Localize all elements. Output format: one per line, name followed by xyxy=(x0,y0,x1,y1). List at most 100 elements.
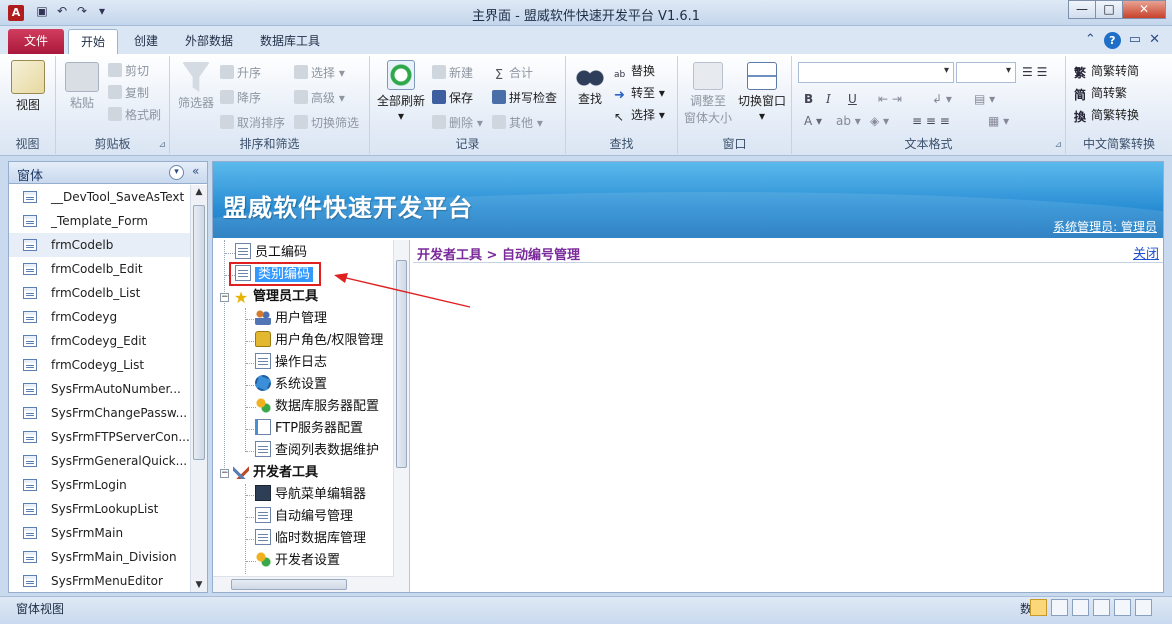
tree-node-system-settings[interactable]: 系统设置 xyxy=(255,375,327,395)
nav-form-item[interactable]: SysFrmFTPServerCon... xyxy=(9,425,190,449)
close-window-button[interactable]: ✕ xyxy=(1122,0,1166,19)
align-icons[interactable]: ≡ ≡ ≡ xyxy=(912,114,950,128)
nav-pane-header[interactable]: 窗体 ▾ « xyxy=(9,162,207,184)
underline-button[interactable]: U xyxy=(848,92,857,106)
nav-form-item[interactable]: SysFrmLookupList xyxy=(9,497,190,521)
tree-vertical-scrollbar[interactable] xyxy=(393,240,409,592)
font-color-button[interactable]: A ▾ xyxy=(804,114,822,128)
new-record-button[interactable]: 新建 xyxy=(432,64,473,81)
minimize-button[interactable]: — xyxy=(1068,0,1096,19)
to-simplified-button[interactable]: 简简转繁 xyxy=(1074,84,1127,102)
convert-button[interactable]: 換简繁转换 xyxy=(1074,106,1139,124)
nav-form-item[interactable]: SysFrmAutoNumber... xyxy=(9,377,190,401)
close-doc-icon[interactable]: ✕ xyxy=(1149,32,1160,49)
bullets-icon[interactable]: ☰ ☰ xyxy=(1022,65,1047,79)
table-grid-icon[interactable]: ▦ ▾ xyxy=(988,114,1009,128)
collapse-admin-tools-icon[interactable]: − xyxy=(220,293,229,302)
tree-scroll-thumb[interactable] xyxy=(396,260,407,468)
bold-button[interactable]: B xyxy=(804,92,813,106)
tree-node-temp-db[interactable]: 临时数据库管理 xyxy=(255,529,366,549)
tab-database-tools[interactable]: 数据库工具 xyxy=(248,29,332,54)
tree-node-ftp-config[interactable]: FTP服务器配置 xyxy=(255,419,363,439)
nav-form-item[interactable]: frmCodeyg_Edit xyxy=(9,329,190,353)
nav-category-dropdown-icon[interactable]: ▾ xyxy=(169,165,184,180)
switch-windows-button[interactable]: 切换窗口 ▾ xyxy=(734,62,790,123)
nav-form-item[interactable]: frmCodelb_Edit xyxy=(9,257,190,281)
sort-ascending-button[interactable]: 升序 xyxy=(220,64,261,81)
totals-button[interactable]: Σ 合计 xyxy=(492,64,533,83)
selection-filter-button[interactable]: 选择 ▾ xyxy=(294,64,345,81)
close-tab-link[interactable]: 关闭 xyxy=(1133,243,1159,262)
tab-create[interactable]: 创建 xyxy=(122,29,170,54)
help-icon[interactable]: ? xyxy=(1103,32,1121,49)
nav-form-item[interactable]: _Template_Form xyxy=(9,209,190,233)
goto-button[interactable]: ➜ 转至 ▾ xyxy=(614,84,665,103)
tree-horizontal-scrollbar[interactable] xyxy=(213,576,394,592)
tree-node-db-server-config[interactable]: 数据库服务器配置 xyxy=(255,397,379,417)
gridlines-icon[interactable]: ▤ ▾ xyxy=(974,92,995,106)
text-format-launcher-icon[interactable]: ⊿ xyxy=(1054,140,1062,150)
pivot-table-view-icon[interactable] xyxy=(1072,599,1089,616)
sort-descending-button[interactable]: 降序 xyxy=(220,89,261,106)
tree-node-operation-log[interactable]: 操作日志 xyxy=(255,353,327,373)
nav-form-item[interactable]: frmCodelb_List xyxy=(9,281,190,305)
delete-record-button[interactable]: 删除 ▾ xyxy=(432,114,483,131)
highlight-icon[interactable]: ab ▾ xyxy=(836,114,861,128)
pivot-chart-view-icon[interactable] xyxy=(1093,599,1110,616)
design-view-icon[interactable] xyxy=(1135,599,1152,616)
scroll-down-icon[interactable]: ▼ xyxy=(191,580,207,590)
collapse-nav-icon[interactable]: « xyxy=(192,164,199,178)
tree-node-menu-editor[interactable]: 导航菜单编辑器 xyxy=(255,485,366,505)
nav-form-item[interactable]: SysFrmMain_Division xyxy=(9,545,190,569)
maximize-button[interactable]: □ xyxy=(1095,0,1123,19)
layout-view-icon[interactable] xyxy=(1114,599,1131,616)
collapse-ribbon-icon[interactable]: ⌃ xyxy=(1085,32,1096,49)
paragraph-direction-icon[interactable]: ↲ ▾ xyxy=(932,92,952,106)
paste-button[interactable]: 粘贴 xyxy=(64,62,100,111)
replace-button[interactable]: ab 替换 xyxy=(614,62,655,82)
nav-form-item[interactable]: __DevTool_SaveAsText xyxy=(9,185,190,209)
nav-form-item[interactable]: frmCodeyg xyxy=(9,305,190,329)
refresh-all-button[interactable]: 全部刷新 ▾ xyxy=(374,60,428,123)
restore-icon[interactable]: ▭ xyxy=(1129,32,1141,49)
tree-node-user-management[interactable]: 用户管理 xyxy=(255,309,327,329)
current-user-link[interactable]: 系统管理员: 管理员 xyxy=(1053,218,1157,235)
tree-node-admin-tools[interactable]: ★ 管理员工具 xyxy=(233,287,318,307)
to-traditional-button[interactable]: 繁简繁转简 xyxy=(1074,62,1139,80)
nav-form-item[interactable]: SysFrmMain xyxy=(9,521,190,545)
tree-node-auto-number[interactable]: 自动编号管理 xyxy=(255,507,353,527)
cut-button[interactable]: 剪切 xyxy=(108,62,149,79)
fill-color-icon[interactable]: ◈ ▾ xyxy=(870,114,889,128)
view-button[interactable]: 视图 xyxy=(10,60,46,113)
tab-file[interactable]: 文件 xyxy=(8,29,64,54)
nav-form-item[interactable]: SysFrmChangePassw... xyxy=(9,401,190,425)
tree-hscroll-thumb[interactable] xyxy=(231,579,347,590)
tree-node-dev-tools[interactable]: 开发者工具 xyxy=(233,463,318,483)
select-button[interactable]: ↖ 选择 ▾ xyxy=(614,106,665,124)
tree-node-role-permissions[interactable]: 用户角色/权限管理 xyxy=(255,331,383,351)
datasheet-view-icon[interactable] xyxy=(1051,599,1068,616)
nav-form-item[interactable]: SysFrmMenuEditor xyxy=(9,569,190,591)
save-record-button[interactable]: 保存 xyxy=(432,89,473,106)
form-view-icon[interactable] xyxy=(1030,599,1047,616)
italic-button[interactable]: I xyxy=(826,92,831,106)
font-size-combo[interactable] xyxy=(956,62,1016,83)
nav-form-item[interactable]: frmCodelb xyxy=(9,233,190,257)
collapse-dev-tools-icon[interactable]: − xyxy=(220,469,229,478)
scroll-up-icon[interactable]: ▲ xyxy=(191,187,207,197)
filter-button[interactable]: 筛选器 xyxy=(176,62,216,111)
nav-scroll-thumb[interactable] xyxy=(193,205,205,460)
toggle-filter-button[interactable]: 切换筛选 xyxy=(294,114,359,131)
tree-node-lookup-maintenance[interactable]: 查阅列表数据维护 xyxy=(255,441,379,461)
format-painter-button[interactable]: 格式刷 xyxy=(108,106,161,123)
copy-button[interactable]: 复制 xyxy=(108,84,149,101)
spelling-button[interactable]: 拼写检查 xyxy=(492,89,557,106)
nav-form-item[interactable]: SysFrmLogin xyxy=(9,473,190,497)
font-name-combo[interactable] xyxy=(798,62,954,83)
tree-node-dev-settings[interactable]: 开发者设置 xyxy=(255,551,340,571)
tree-node-employee-code[interactable]: 员工编码 xyxy=(235,243,307,263)
advanced-filter-button[interactable]: 高级 ▾ xyxy=(294,89,345,106)
nav-form-item[interactable]: SysFrmGeneralQuick... xyxy=(9,449,190,473)
more-records-button[interactable]: 其他 ▾ xyxy=(492,114,543,131)
clipboard-launcher-icon[interactable]: ⊿ xyxy=(158,140,166,150)
